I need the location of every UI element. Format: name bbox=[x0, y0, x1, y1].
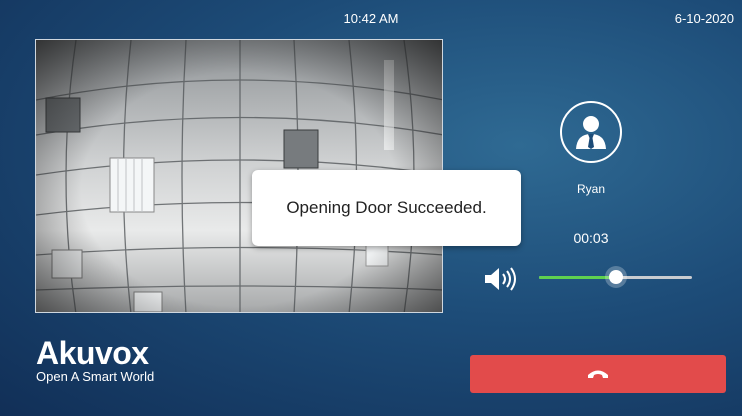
door-open-toast: Opening Door Succeeded. bbox=[252, 170, 521, 246]
status-bar: 10:42 AM 6-10-2020 bbox=[0, 0, 742, 30]
status-date: 6-10-2020 bbox=[674, 11, 734, 26]
status-time: 10:42 AM bbox=[343, 11, 399, 26]
logo-text: Akuvox bbox=[36, 335, 149, 371]
brand-logo: Akuvox Open A Smart World bbox=[36, 337, 154, 385]
volume-fill bbox=[539, 276, 616, 279]
speaker-icon[interactable] bbox=[484, 266, 518, 292]
hangup-button[interactable] bbox=[470, 355, 726, 393]
brand-tagline: Open A Smart World bbox=[36, 369, 155, 384]
toast-message: Opening Door Succeeded. bbox=[286, 198, 487, 217]
person-icon bbox=[576, 116, 606, 149]
volume-thumb[interactable] bbox=[608, 270, 623, 284]
volume-slider[interactable] bbox=[539, 266, 692, 290]
caller-avatar bbox=[560, 101, 622, 163]
caller-name: Ryan bbox=[576, 182, 605, 196]
phone-hangup-icon bbox=[588, 370, 608, 378]
call-duration: 00:03 bbox=[573, 230, 609, 246]
